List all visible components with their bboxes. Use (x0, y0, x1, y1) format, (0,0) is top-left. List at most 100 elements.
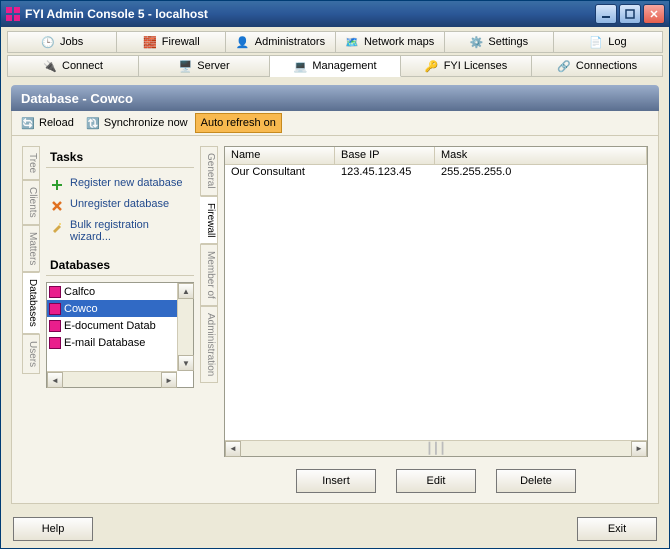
tab-log[interactable]: 📄Log (554, 31, 663, 53)
wizard-icon (50, 220, 64, 234)
list-item-label: Cowco (64, 303, 98, 315)
top-toolbar: 🕒Jobs 🧱Firewall 👤Administrators 🗺️Networ… (1, 27, 669, 79)
tab-fyi-licenses[interactable]: 🔑FYI Licenses (401, 55, 532, 77)
task-bulk[interactable]: Bulk registration wizard... (46, 216, 194, 246)
tab-connect[interactable]: 🔌Connect (7, 55, 139, 77)
scroll-up-icon[interactable]: ▲ (178, 283, 194, 299)
panel-title: Database - Cowco (21, 91, 133, 106)
left-panel: Tasks Register new database Unregister d… (46, 146, 194, 493)
sub-toolbar: 🔄Reload 🔃Synchronize now Auto refresh on (11, 111, 659, 136)
help-button[interactable]: Help (13, 517, 93, 541)
databases-group: Databases Calfco Cowco E-document Datab E-m… (46, 258, 194, 388)
firewall-grid[interactable]: Name Base IP Mask Our Consultant123.45.1… (224, 146, 648, 457)
scroll-track: ┃┃┃ (241, 442, 631, 456)
list-item-label: E-mail Database (64, 337, 145, 349)
divider (46, 275, 194, 276)
license-icon: 🔑 (425, 59, 439, 73)
col-name[interactable]: Name (225, 147, 335, 164)
cell-mask: 255.255.255.0 (435, 165, 647, 182)
connect-icon: 🔌 (43, 59, 57, 73)
right-panel: Name Base IP Mask Our Consultant123.45.1… (224, 146, 648, 493)
scroll-right-icon[interactable]: ► (161, 372, 177, 388)
list-item-label: E-document Datab (64, 320, 156, 332)
tab-server[interactable]: 🖥️Server (139, 55, 270, 77)
vtab-users[interactable]: Users (22, 334, 40, 374)
task-register[interactable]: Register new database (46, 174, 194, 195)
vtab-administration[interactable]: Administration (200, 306, 218, 383)
scroll-right-icon[interactable]: ► (631, 441, 647, 457)
vtab-databases[interactable]: Databases (22, 272, 40, 334)
tab-connections[interactable]: 🔗Connections (532, 55, 663, 77)
database-icon (49, 337, 61, 349)
app-icon (5, 6, 21, 22)
tab-management[interactable]: 💻Management (270, 55, 401, 77)
tab-settings[interactable]: ⚙️Settings (445, 31, 554, 53)
server-icon: 🖥️ (178, 59, 192, 73)
tab-network-maps[interactable]: 🗺️Network maps (336, 31, 445, 53)
left-vertical-tabs: Tree Clients Matters Databases Users (22, 146, 40, 493)
footer: Help Exit (1, 510, 669, 548)
insert-button[interactable]: Insert (296, 469, 376, 493)
task-unregister[interactable]: Unregister database (46, 195, 194, 216)
window-title: FYI Admin Console 5 - localhost (25, 7, 593, 21)
cell-baseip: 123.45.123.45 (335, 165, 435, 182)
databases-title: Databases (50, 258, 194, 272)
col-baseip[interactable]: Base IP (335, 147, 435, 164)
divider (46, 167, 194, 168)
main-area: Tree Clients Matters Databases Users Tas… (11, 136, 659, 504)
list-item[interactable]: Calfco (47, 283, 193, 300)
db-vertical-scrollbar[interactable]: ▲ ▼ (177, 283, 193, 371)
settings-icon: ⚙️ (469, 35, 483, 49)
tab-firewall[interactable]: 🧱Firewall (117, 31, 226, 53)
x-icon (50, 199, 64, 213)
firewall-icon: 🧱 (143, 35, 157, 49)
grid-buttons: Insert Edit Delete (224, 457, 648, 493)
vtab-matters[interactable]: Matters (22, 225, 40, 272)
connections-icon: 🔗 (557, 59, 571, 73)
exit-button[interactable]: Exit (577, 517, 657, 541)
list-item[interactable]: E-mail Database (47, 334, 193, 351)
right-vertical-tabs: General Firewall Member of Administratio… (200, 146, 218, 493)
scroll-left-icon[interactable]: ◄ (47, 372, 63, 388)
tab-administrators[interactable]: 👤Administrators (226, 31, 335, 53)
tasks-group: Tasks Register new database Unregister d… (46, 150, 194, 246)
list-item[interactable]: E-document Datab (47, 317, 193, 334)
grid-header: Name Base IP Mask (225, 147, 647, 165)
cell-name: Our Consultant (225, 165, 335, 182)
log-icon: 📄 (589, 35, 603, 49)
sync-button[interactable]: 🔃Synchronize now (81, 113, 193, 133)
list-item-label: Calfco (64, 286, 95, 298)
maximize-button[interactable] (619, 4, 641, 24)
database-icon (49, 303, 61, 315)
edit-button[interactable]: Edit (396, 469, 476, 493)
databases-list[interactable]: Calfco Cowco E-document Datab E-mail Databa… (46, 282, 194, 388)
network-icon: 🗺️ (345, 35, 359, 49)
list-item[interactable]: Cowco (47, 300, 193, 317)
table-row[interactable]: Our Consultant123.45.123.45255.255.255.0 (225, 165, 647, 182)
management-icon: 💻 (293, 59, 307, 73)
vtab-member-of[interactable]: Member of (200, 244, 218, 306)
tab-jobs[interactable]: 🕒Jobs (7, 31, 117, 53)
db-horizontal-scrollbar[interactable]: ◄ ► (47, 371, 177, 387)
reload-button[interactable]: 🔄Reload (16, 113, 79, 133)
vtab-general[interactable]: General (200, 146, 218, 196)
window: FYI Admin Console 5 - localhost 🕒Jobs 🧱F… (0, 0, 670, 549)
vtab-firewall[interactable]: Firewall (200, 196, 218, 244)
plus-icon (50, 178, 64, 192)
content: Database - Cowco 🔄Reload 🔃Synchronize no… (1, 79, 669, 510)
scroll-left-icon[interactable]: ◄ (225, 441, 241, 457)
auto-refresh-button[interactable]: Auto refresh on (195, 113, 282, 133)
scroll-down-icon[interactable]: ▼ (178, 355, 194, 371)
col-mask[interactable]: Mask (435, 147, 647, 164)
minimize-button[interactable] (595, 4, 617, 24)
vtab-clients[interactable]: Clients (22, 180, 40, 225)
grid-horizontal-scrollbar[interactable]: ◄ ┃┃┃ ► (225, 440, 647, 456)
close-button[interactable] (643, 4, 665, 24)
titlebar: FYI Admin Console 5 - localhost (1, 1, 669, 27)
delete-button[interactable]: Delete (496, 469, 576, 493)
database-icon (49, 286, 61, 298)
clock-icon: 🕒 (41, 35, 55, 49)
vtab-tree[interactable]: Tree (22, 146, 40, 180)
admin-icon: 👤 (236, 35, 250, 49)
tasks-title: Tasks (50, 150, 194, 164)
